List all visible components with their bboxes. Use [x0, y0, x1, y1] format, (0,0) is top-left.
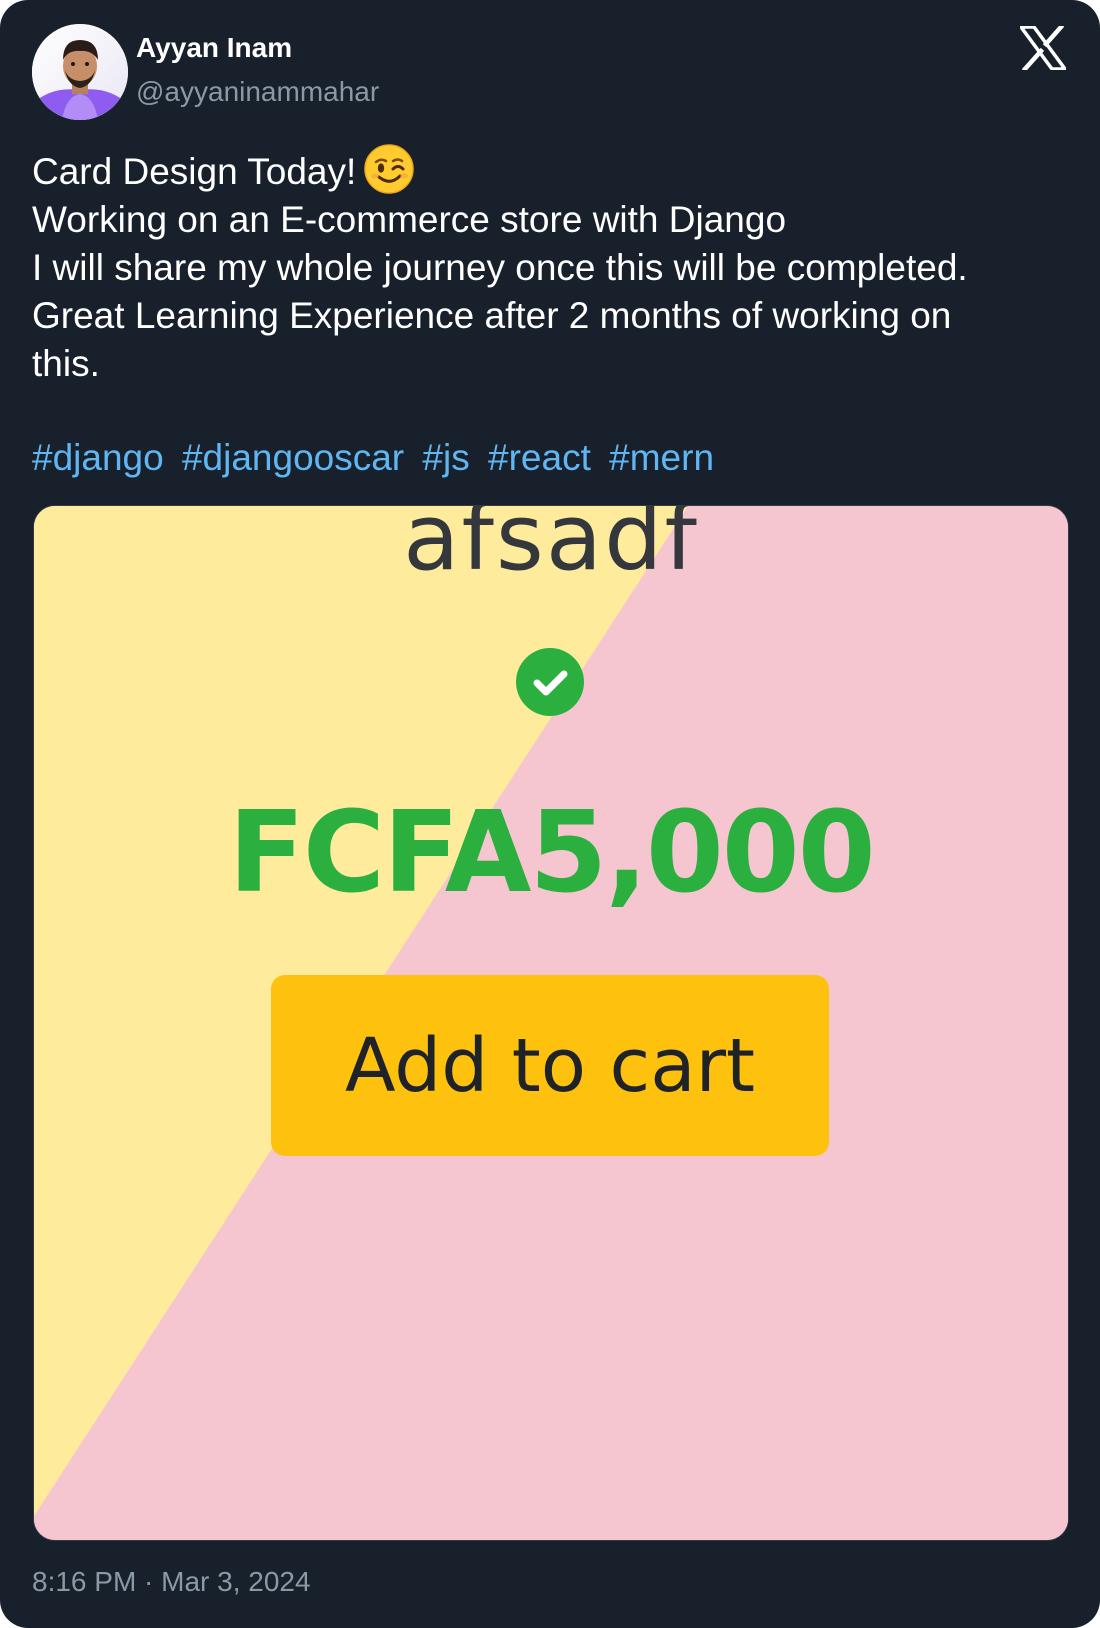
product-name: afsadf	[403, 505, 699, 591]
winking-face-icon	[364, 144, 415, 194]
x-logo-icon[interactable]	[1017, 23, 1069, 73]
hashtag-link[interactable]: #react	[488, 437, 591, 478]
tweet-card: Ayyan Inam @ayyaninammahar Card Design T…	[0, 0, 1100, 1628]
add-to-cart-button[interactable]: Add to cart	[271, 975, 829, 1156]
hashtag-link[interactable]: #django	[32, 437, 164, 478]
tweet-line-3: I will share my whole journey once this …	[32, 247, 968, 288]
avatar[interactable]	[32, 24, 128, 120]
tweet-line-4: Great Learning Experience after 2 months…	[32, 295, 952, 336]
tweet-line-2: Working on an E-commerce store with Djan…	[32, 199, 787, 240]
product-price: FCFA5,000	[228, 788, 875, 918]
check-circle-icon	[515, 647, 585, 717]
author-name[interactable]: Ayyan Inam	[136, 32, 292, 64]
hashtag-link[interactable]: #js	[422, 437, 469, 478]
author-handle[interactable]: @ayyaninammahar	[136, 76, 379, 108]
tweet-text: Card Design Today! Working on an E-comme…	[32, 144, 1072, 388]
tweet-line-1-text: Card Design Today!	[32, 151, 357, 192]
hashtag-link[interactable]: #djangooscar	[182, 437, 404, 478]
hashtag-list: #django #djangooscar #js #react #mern	[32, 434, 722, 482]
tweet-media-image[interactable]: afsadf FCFA5,000 Add to cart	[33, 505, 1069, 1541]
tweet-timestamp[interactable]: 8:16 PM · Mar 3, 2024	[32, 1566, 311, 1598]
tweet-line-5: this.	[32, 343, 100, 384]
tweet-line-1: Card Design Today!	[32, 144, 1072, 196]
hashtag-link[interactable]: #mern	[609, 437, 714, 478]
